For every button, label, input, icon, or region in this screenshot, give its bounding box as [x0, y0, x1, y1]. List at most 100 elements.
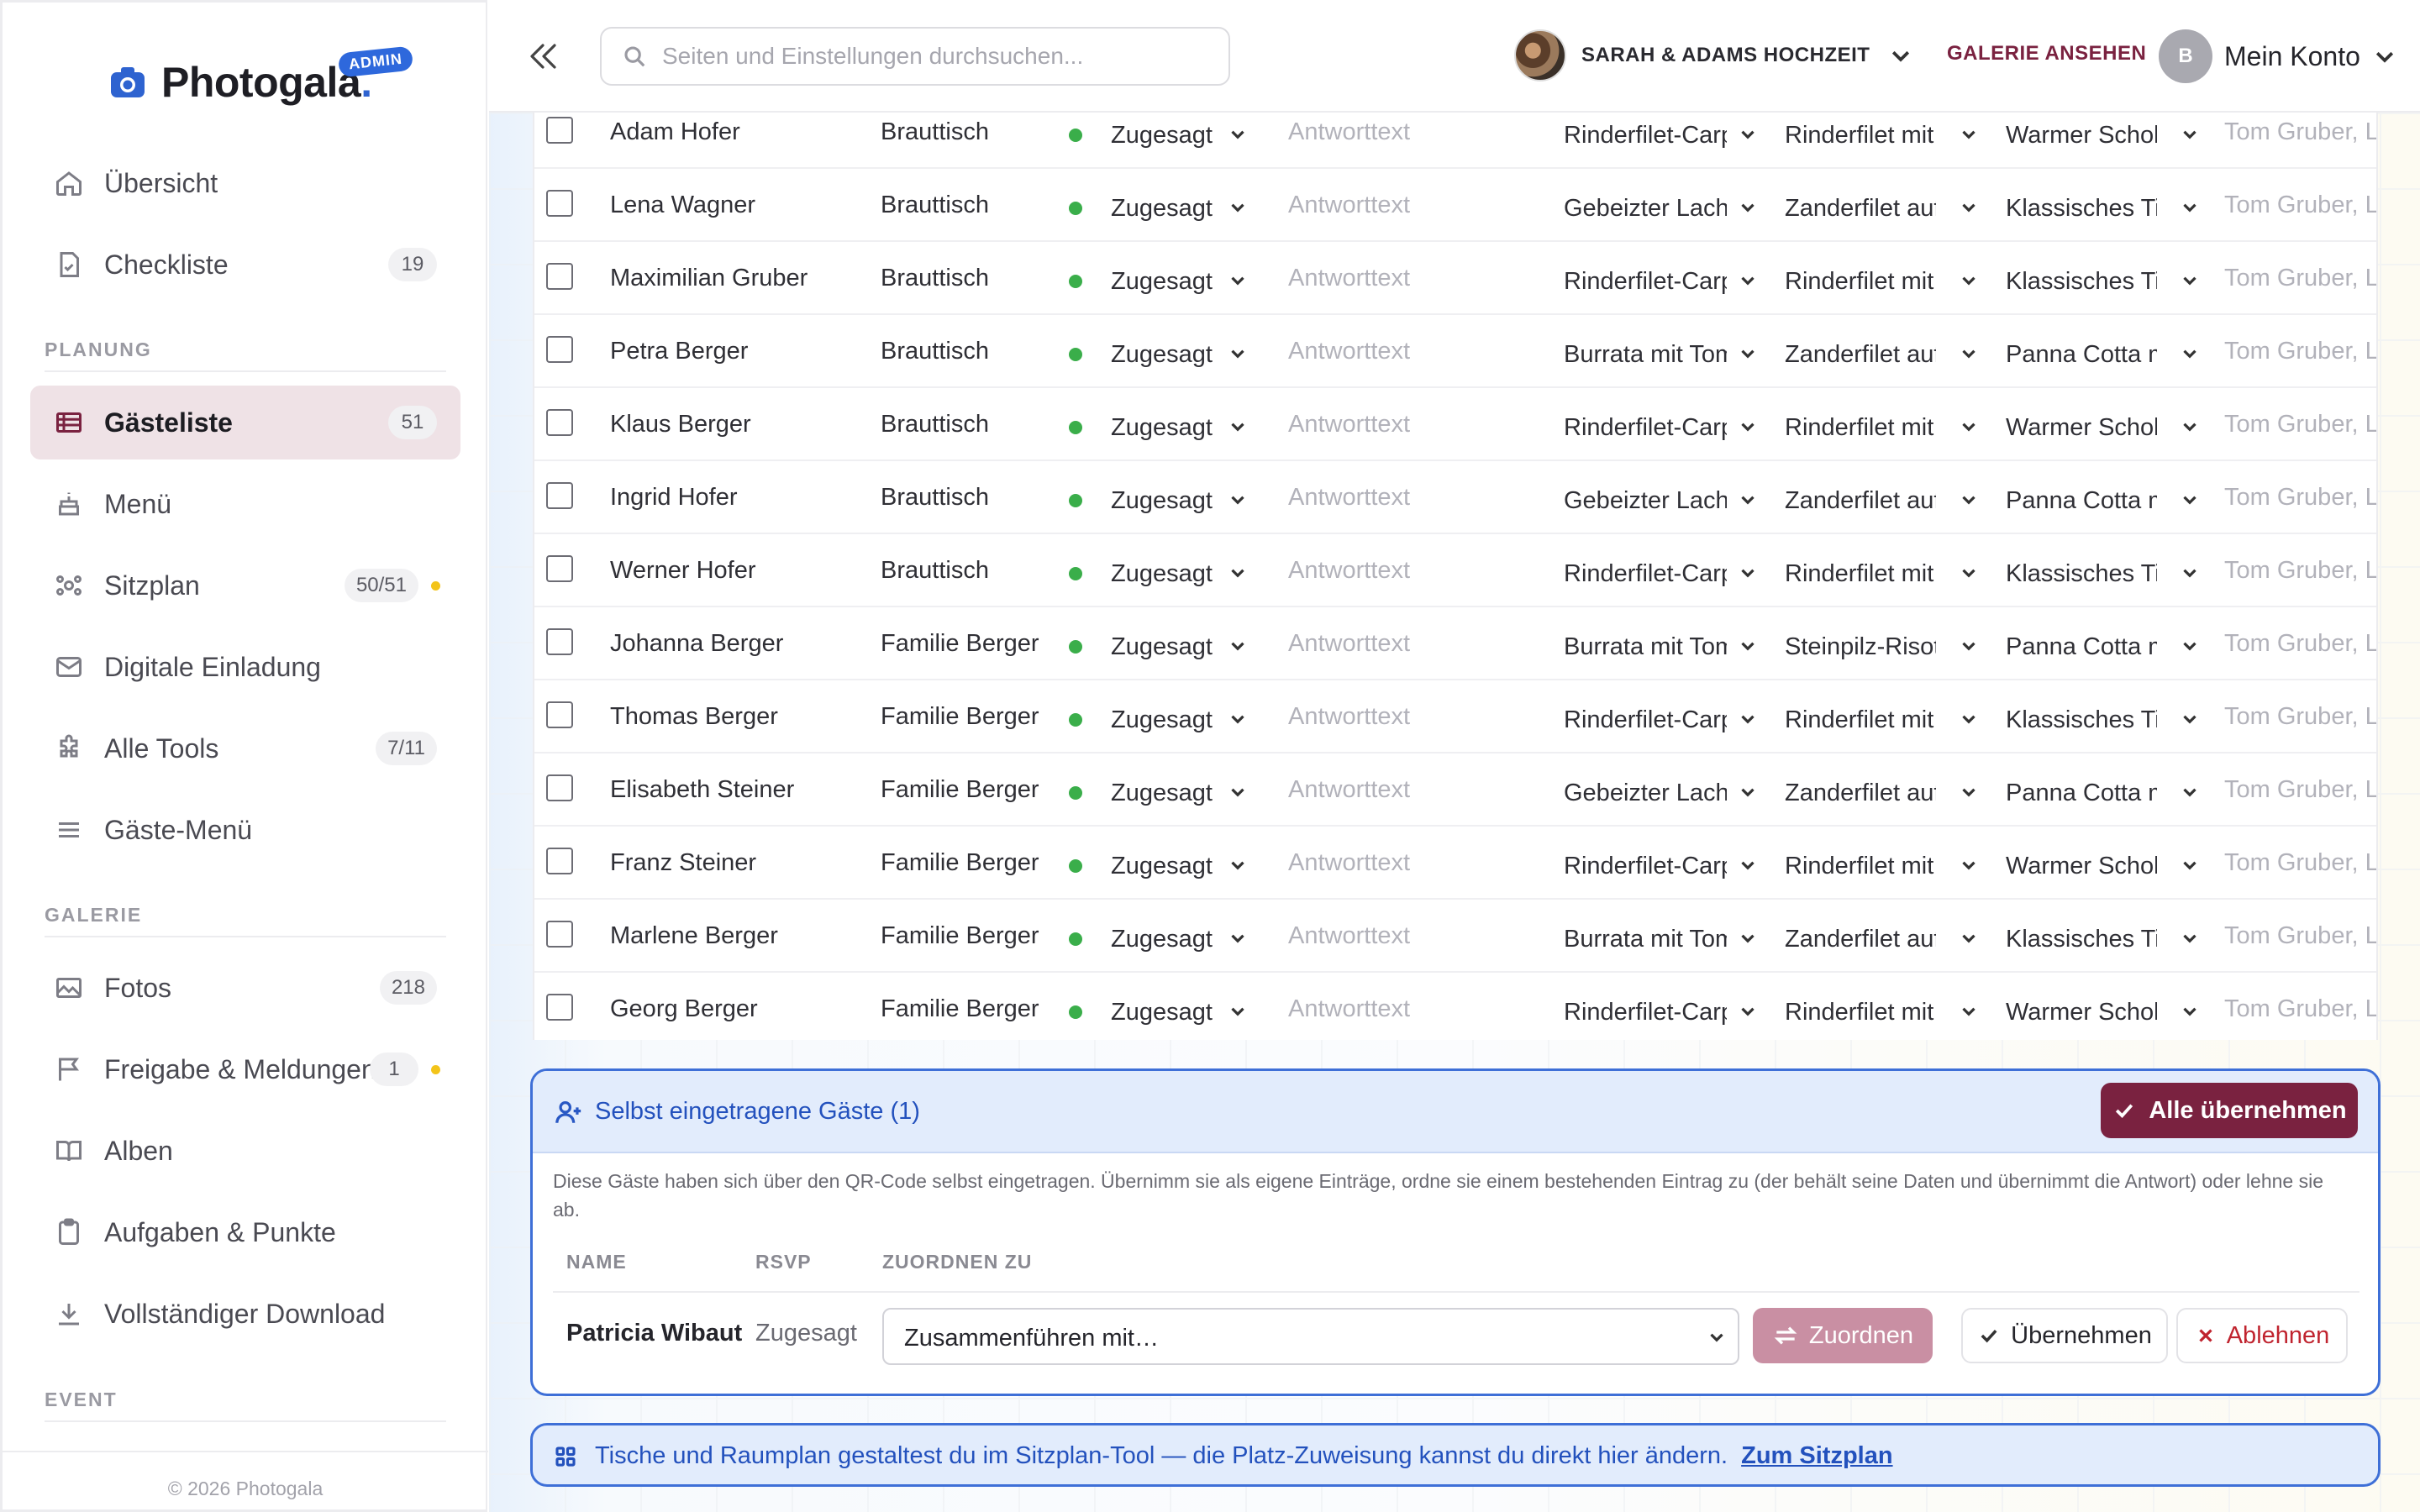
companions-field[interactable]: Tom Gruber, Lisa: [2224, 703, 2376, 731]
sidebar-item-alben[interactable]: Alben: [30, 1114, 460, 1188]
row-checkbox[interactable]: [546, 117, 573, 144]
response-text-field[interactable]: Antworttext: [1288, 338, 1439, 365]
row-checkbox[interactable]: [546, 701, 573, 728]
response-text-field[interactable]: Antworttext: [1288, 265, 1439, 292]
row-checkbox[interactable]: [546, 555, 573, 582]
response-text-field[interactable]: Antworttext: [1288, 484, 1439, 512]
starter-dropdown[interactable]: Gebeizter Lachs: [1564, 484, 1765, 517]
row-checkbox[interactable]: [546, 628, 573, 655]
companions-field[interactable]: Tom Gruber, Lisa: [2224, 557, 2376, 585]
dessert-dropdown[interactable]: Klassisches Tiramisu: [2006, 703, 2207, 737]
main-course-dropdown[interactable]: Rinderfilet mit: [1785, 118, 1986, 152]
sidebar-item-digitale-einladung[interactable]: Digitale Einladung: [30, 630, 460, 704]
companions-field[interactable]: Tom Gruber, Lisa: [2224, 995, 2376, 1023]
sidebar-item-freigabe-meldungen[interactable]: Freigabe & Meldungen 1: [30, 1032, 460, 1106]
main-course-dropdown[interactable]: Zanderfilet auf: [1785, 484, 1986, 517]
main-course-dropdown[interactable]: Rinderfilet mit: [1785, 849, 1986, 883]
rsvp-dropdown[interactable]: Zugesagt: [1111, 703, 1262, 737]
rsvp-dropdown[interactable]: Zugesagt: [1111, 630, 1262, 664]
main-course-dropdown[interactable]: Steinpilz-Risotto: [1785, 630, 1986, 664]
dessert-dropdown[interactable]: Panna Cotta mit: [2006, 776, 2207, 810]
starter-dropdown[interactable]: Rinderfilet-Carpaccio: [1564, 849, 1765, 883]
main-course-dropdown[interactable]: Zanderfilet auf: [1785, 776, 1986, 810]
companions-field[interactable]: Tom Gruber, Lisa: [2224, 484, 2376, 512]
starter-dropdown[interactable]: Rinderfilet-Carpaccio: [1564, 703, 1765, 737]
starter-dropdown[interactable]: Gebeizter Lachs: [1564, 776, 1765, 810]
dessert-dropdown[interactable]: Panna Cotta mit: [2006, 338, 2207, 371]
rsvp-dropdown[interactable]: Zugesagt: [1111, 995, 1262, 1029]
response-text-field[interactable]: Antworttext: [1288, 849, 1439, 877]
main-course-dropdown[interactable]: Zanderfilet auf: [1785, 338, 1986, 371]
sidebar-item-sitzplan[interactable]: Sitzplan 50/51: [30, 549, 460, 622]
row-checkbox[interactable]: [546, 263, 573, 290]
starter-dropdown[interactable]: Burrata mit Tomaten: [1564, 922, 1765, 956]
rsvp-dropdown[interactable]: Zugesagt: [1111, 118, 1262, 152]
companions-field[interactable]: Tom Gruber, Lisa: [2224, 118, 2376, 146]
response-text-field[interactable]: Antworttext: [1288, 411, 1439, 438]
row-checkbox[interactable]: [546, 994, 573, 1021]
starter-dropdown[interactable]: Rinderfilet-Carpaccio: [1564, 265, 1765, 298]
row-checkbox[interactable]: [546, 409, 573, 436]
starter-dropdown[interactable]: Rinderfilet-Carpaccio: [1564, 118, 1765, 152]
rsvp-dropdown[interactable]: Zugesagt: [1111, 265, 1262, 298]
starter-dropdown[interactable]: Gebeizter Lachs: [1564, 192, 1765, 225]
rsvp-dropdown[interactable]: Zugesagt: [1111, 192, 1262, 225]
sidebar-item-aufgaben-punkte[interactable]: Aufgaben & Punkte: [30, 1195, 460, 1269]
starter-dropdown[interactable]: Rinderfilet-Carpaccio: [1564, 411, 1765, 444]
main-course-dropdown[interactable]: Rinderfilet mit: [1785, 265, 1986, 298]
response-text-field[interactable]: Antworttext: [1288, 557, 1439, 585]
starter-dropdown[interactable]: Rinderfilet-Carpaccio: [1564, 995, 1765, 1029]
companions-field[interactable]: Tom Gruber, Lisa: [2224, 411, 2376, 438]
dessert-dropdown[interactable]: Panna Cotta mit: [2006, 630, 2207, 664]
dessert-dropdown[interactable]: Klassisches Tiramisu: [2006, 557, 2207, 591]
row-checkbox[interactable]: [546, 921, 573, 948]
main-course-dropdown[interactable]: Zanderfilet auf: [1785, 922, 1986, 956]
rsvp-dropdown[interactable]: Zugesagt: [1111, 484, 1262, 517]
reject-button[interactable]: Ablehnen: [2176, 1308, 2348, 1363]
companions-field[interactable]: Tom Gruber, Lisa: [2224, 776, 2376, 804]
search-input[interactable]: [662, 29, 1217, 84]
dessert-dropdown[interactable]: Warmer Schokokuchen: [2006, 995, 2207, 1029]
rsvp-dropdown[interactable]: Zugesagt: [1111, 922, 1262, 956]
main-course-dropdown[interactable]: Rinderfilet mit: [1785, 995, 1986, 1029]
rsvp-dropdown[interactable]: Zugesagt: [1111, 338, 1262, 371]
rsvp-dropdown[interactable]: Zugesagt: [1111, 557, 1262, 591]
seating-plan-link[interactable]: Zum Sitzplan: [1741, 1442, 1892, 1469]
starter-dropdown[interactable]: Burrata mit Tomaten: [1564, 338, 1765, 371]
response-text-field[interactable]: Antworttext: [1288, 776, 1439, 804]
dessert-dropdown[interactable]: Klassisches Tiramisu: [2006, 265, 2207, 298]
take-over-button[interactable]: Übernehmen: [1961, 1308, 2168, 1363]
main-course-dropdown[interactable]: Rinderfilet mit: [1785, 557, 1986, 591]
dessert-dropdown[interactable]: Klassisches Tiramisu: [2006, 922, 2207, 956]
row-checkbox[interactable]: [546, 190, 573, 217]
rsvp-dropdown[interactable]: Zugesagt: [1111, 849, 1262, 883]
sidebar-item-gaeste-menue[interactable]: Gäste-Menü: [30, 793, 460, 867]
companions-field[interactable]: Tom Gruber, Lisa: [2224, 338, 2376, 365]
dessert-dropdown[interactable]: Warmer Schokokuchen: [2006, 118, 2207, 152]
sidebar-item-alle-tools[interactable]: Alle Tools 7/11: [30, 711, 460, 785]
sidebar-item-uebersicht[interactable]: Übersicht: [30, 146, 460, 220]
row-checkbox[interactable]: [546, 336, 573, 363]
dessert-dropdown[interactable]: Klassisches Tiramisu: [2006, 192, 2207, 225]
sidebar-item-vollstaendiger-download[interactable]: Vollständiger Download: [30, 1277, 460, 1351]
response-text-field[interactable]: Antworttext: [1288, 703, 1439, 731]
response-text-field[interactable]: Antworttext: [1288, 995, 1439, 1023]
assign-button[interactable]: Zuordnen: [1753, 1308, 1933, 1363]
sidebar-item-menue[interactable]: Menü: [30, 467, 460, 541]
sidebar-item-fotos[interactable]: Fotos 218: [30, 951, 460, 1025]
dessert-dropdown[interactable]: Panna Cotta mit: [2006, 484, 2207, 517]
gallery-link[interactable]: GALERIE ANSEHEN: [1947, 42, 2146, 66]
companions-field[interactable]: Tom Gruber, Lisa: [2224, 265, 2376, 292]
response-text-field[interactable]: Antworttext: [1288, 118, 1439, 146]
row-checkbox[interactable]: [546, 774, 573, 801]
row-checkbox[interactable]: [546, 482, 573, 509]
companions-field[interactable]: Tom Gruber, Lisa: [2224, 630, 2376, 658]
search-box[interactable]: [600, 27, 1230, 86]
dessert-dropdown[interactable]: Warmer Schokokuchen: [2006, 849, 2207, 883]
event-selector[interactable]: SARAH & ADAMS HOCHZEIT: [1514, 25, 1913, 86]
companions-field[interactable]: Tom Gruber, Lisa: [2224, 922, 2376, 950]
companions-field[interactable]: Tom Gruber, Lisa: [2224, 849, 2376, 877]
sidebar-item-gaesteliste[interactable]: Gästeliste 51: [30, 386, 460, 459]
starter-dropdown[interactable]: Burrata mit Tomaten: [1564, 630, 1765, 664]
response-text-field[interactable]: Antworttext: [1288, 922, 1439, 950]
